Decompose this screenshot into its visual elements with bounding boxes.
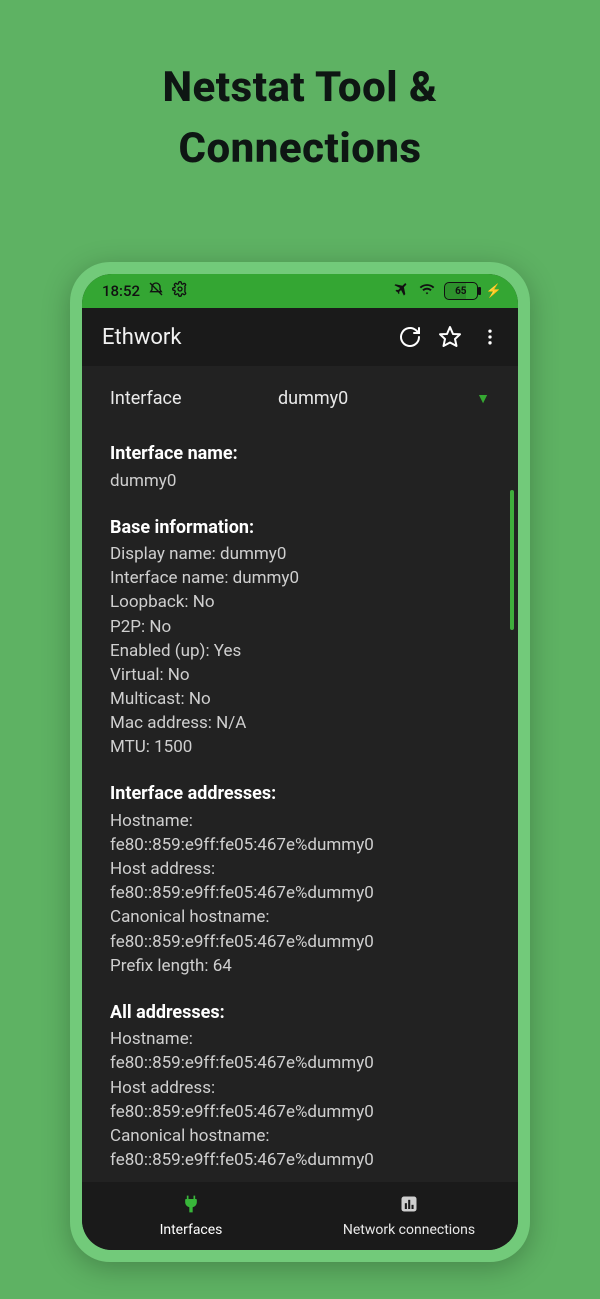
gear-icon xyxy=(172,281,188,301)
wifi-icon xyxy=(418,281,436,301)
nav-network-connections[interactable]: Network connections xyxy=(300,1182,518,1250)
all-hostname-value: fe80::859:e9ff:fe05:467e%dummy0 xyxy=(110,1051,490,1075)
iface-hostname-label: Hostname: xyxy=(110,809,490,833)
nav-interfaces-label: Interfaces xyxy=(160,1222,223,1238)
content-area: Interface dummy0 ▼ Interface name: dummy… xyxy=(82,366,518,1182)
section-all-addresses: All addresses: Hostname: fe80::859:e9ff:… xyxy=(110,1000,490,1172)
hero-line-2: Connections xyxy=(0,119,600,180)
interface-name-value: dummy0 xyxy=(110,469,490,493)
section-interface-name: Interface name: dummy0 xyxy=(110,441,490,493)
phone-frame: 18:52 xyxy=(70,262,530,1262)
section-base-info: Base information: Display name: dummy0 I… xyxy=(110,515,490,760)
base-virtual: Virtual: No xyxy=(110,663,490,687)
base-mtu: MTU: 1500 xyxy=(110,735,490,759)
base-display-name: Display name: dummy0 xyxy=(110,542,490,566)
chart-icon xyxy=(399,1194,419,1218)
all-hostaddr-label: Host address: xyxy=(110,1076,490,1100)
base-mac: Mac address: N/A xyxy=(110,711,490,735)
section-head-base: Base information: xyxy=(110,515,490,541)
base-loopback: Loopback: No xyxy=(110,590,490,614)
interface-select[interactable]: dummy0 ▼ xyxy=(278,388,490,409)
bottom-nav: Interfaces Network connections xyxy=(82,1182,518,1250)
section-head-name: Interface name: xyxy=(110,441,490,467)
status-bar: 18:52 xyxy=(82,274,518,308)
battery-icon: 65 xyxy=(444,282,478,300)
all-hostaddr-value: fe80::859:e9ff:fe05:467e%dummy0 xyxy=(110,1100,490,1124)
app-title: Ethwork xyxy=(102,325,390,350)
favorite-button[interactable] xyxy=(430,317,470,357)
base-p2p: P2P: No xyxy=(110,615,490,639)
nav-interfaces[interactable]: Interfaces xyxy=(82,1182,300,1250)
section-interface-addresses: Interface addresses: Hostname: fe80::859… xyxy=(110,781,490,977)
phone-screen: 18:52 xyxy=(82,274,518,1250)
interface-label: Interface xyxy=(110,388,278,409)
all-hostname-label: Hostname: xyxy=(110,1027,490,1051)
iface-prefix-length: Prefix length: 64 xyxy=(110,954,490,978)
hero-title: Netstat Tool & Connections xyxy=(0,0,600,180)
iface-canon-label: Canonical hostname: xyxy=(110,905,490,929)
battery-pct: 65 xyxy=(455,286,466,297)
charging-icon: ⚡ xyxy=(486,284,502,299)
hero-line-1: Netstat Tool & xyxy=(0,58,600,119)
base-interface-name: Interface name: dummy0 xyxy=(110,566,490,590)
app-bar: Ethwork xyxy=(82,308,518,366)
airplane-icon xyxy=(394,281,410,301)
iface-hostname-value: fe80::859:e9ff:fe05:467e%dummy0 xyxy=(110,833,490,857)
all-canon-label: Canonical hostname: xyxy=(110,1124,490,1148)
status-time: 18:52 xyxy=(102,282,140,300)
plug-icon xyxy=(181,1194,201,1218)
iface-hostaddr-label: Host address: xyxy=(110,857,490,881)
section-head-all-addrs: All addresses: xyxy=(110,1000,490,1026)
iface-hostaddr-value: fe80::859:e9ff:fe05:467e%dummy0 xyxy=(110,881,490,905)
refresh-button[interactable] xyxy=(390,317,430,357)
more-button[interactable] xyxy=(470,317,510,357)
interface-selected-value: dummy0 xyxy=(278,388,348,409)
all-canon-value: fe80::859:e9ff:fe05:467e%dummy0 xyxy=(110,1148,490,1172)
section-head-iface-addrs: Interface addresses: xyxy=(110,781,490,807)
scroll-indicator[interactable] xyxy=(510,490,514,630)
chevron-down-icon: ▼ xyxy=(476,390,490,407)
iface-canon-value: fe80::859:e9ff:fe05:467e%dummy0 xyxy=(110,930,490,954)
base-enabled: Enabled (up): Yes xyxy=(110,639,490,663)
base-multicast: Multicast: No xyxy=(110,687,490,711)
mute-icon xyxy=(148,281,164,301)
nav-network-label: Network connections xyxy=(343,1222,475,1238)
